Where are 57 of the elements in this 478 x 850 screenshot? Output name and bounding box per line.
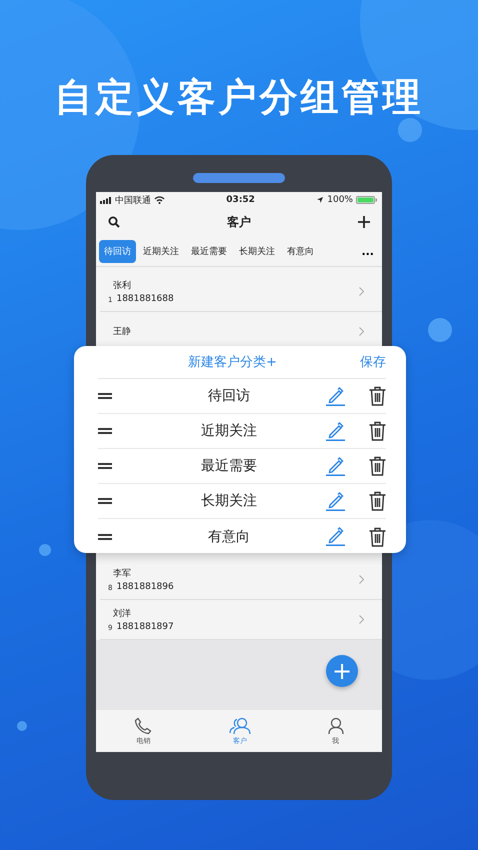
edit-icon[interactable] <box>326 386 345 406</box>
category-tab[interactable]: 近期关注 <box>138 240 184 262</box>
search-icon[interactable] <box>108 216 120 228</box>
delete-icon[interactable] <box>369 526 386 546</box>
category-tab[interactable]: 长期关注 <box>234 240 280 262</box>
edit-icon[interactable] <box>326 422 345 440</box>
location-icon <box>316 196 324 204</box>
edit-icon[interactable] <box>326 527 345 546</box>
customer-name: 王静 <box>112 326 132 338</box>
phone-number: 1881881688 <box>116 294 174 304</box>
category-name: 待回访 <box>207 387 251 405</box>
chevron-icon <box>359 575 364 584</box>
phone-number: 1881881896 <box>116 582 174 592</box>
delete-icon[interactable] <box>369 491 386 511</box>
battery-percent: 100% <box>327 195 353 205</box>
category-name: 有意向 <box>207 528 251 546</box>
category-name: 近期关注 <box>200 422 258 440</box>
delete-icon[interactable] <box>369 421 386 441</box>
edit-icon[interactable] <box>326 456 345 476</box>
add-icon[interactable] <box>358 216 370 228</box>
person-icon <box>328 716 344 734</box>
background-circle <box>39 544 51 556</box>
category-name: 最近需要 <box>200 457 258 475</box>
edit-icon[interactable] <box>326 492 345 510</box>
chevron-icon <box>359 327 364 336</box>
signal-icon <box>100 196 112 204</box>
category-name: 长期关注 <box>200 492 258 510</box>
drag-handle-icon[interactable] <box>98 428 112 434</box>
people-icon <box>228 716 251 734</box>
wifi-icon <box>154 196 165 204</box>
customer-name: 张利 <box>112 280 132 292</box>
category-tab[interactable]: 最近需要 <box>186 240 232 262</box>
customer-name: 刘洋 <box>112 608 132 620</box>
background-circle <box>17 721 27 731</box>
phone-icon <box>134 716 152 734</box>
new-category-button[interactable]: 新建客户分类+ <box>188 353 277 371</box>
add-button[interactable]: + <box>326 655 358 687</box>
chevron-icon <box>359 287 364 296</box>
carrier-name: 中国联通 <box>115 194 151 206</box>
background-circle <box>428 318 452 342</box>
drag-handle-icon[interactable] <box>98 393 112 399</box>
drag-handle-icon[interactable] <box>98 463 112 469</box>
drag-handle-icon[interactable] <box>98 498 112 504</box>
drag-handle-icon[interactable] <box>98 534 112 540</box>
delete-icon[interactable] <box>369 386 386 406</box>
screen-title: 客户 <box>227 214 251 230</box>
delete-icon[interactable] <box>369 456 386 476</box>
clock-time: 03:52 <box>226 195 255 205</box>
phone-number: 1881881897 <box>116 622 174 632</box>
category-tab[interactable]: 有意向 <box>282 240 319 262</box>
chevron-icon <box>359 615 364 624</box>
customer-name: 李军 <box>112 568 132 580</box>
battery-icon <box>356 196 378 204</box>
category-tab[interactable]: 待回访 <box>99 240 136 262</box>
save-button[interactable]: 保存 <box>360 353 386 371</box>
more-button[interactable]: ... <box>355 244 380 258</box>
headline: 自定义客户分组管理 <box>54 74 424 121</box>
